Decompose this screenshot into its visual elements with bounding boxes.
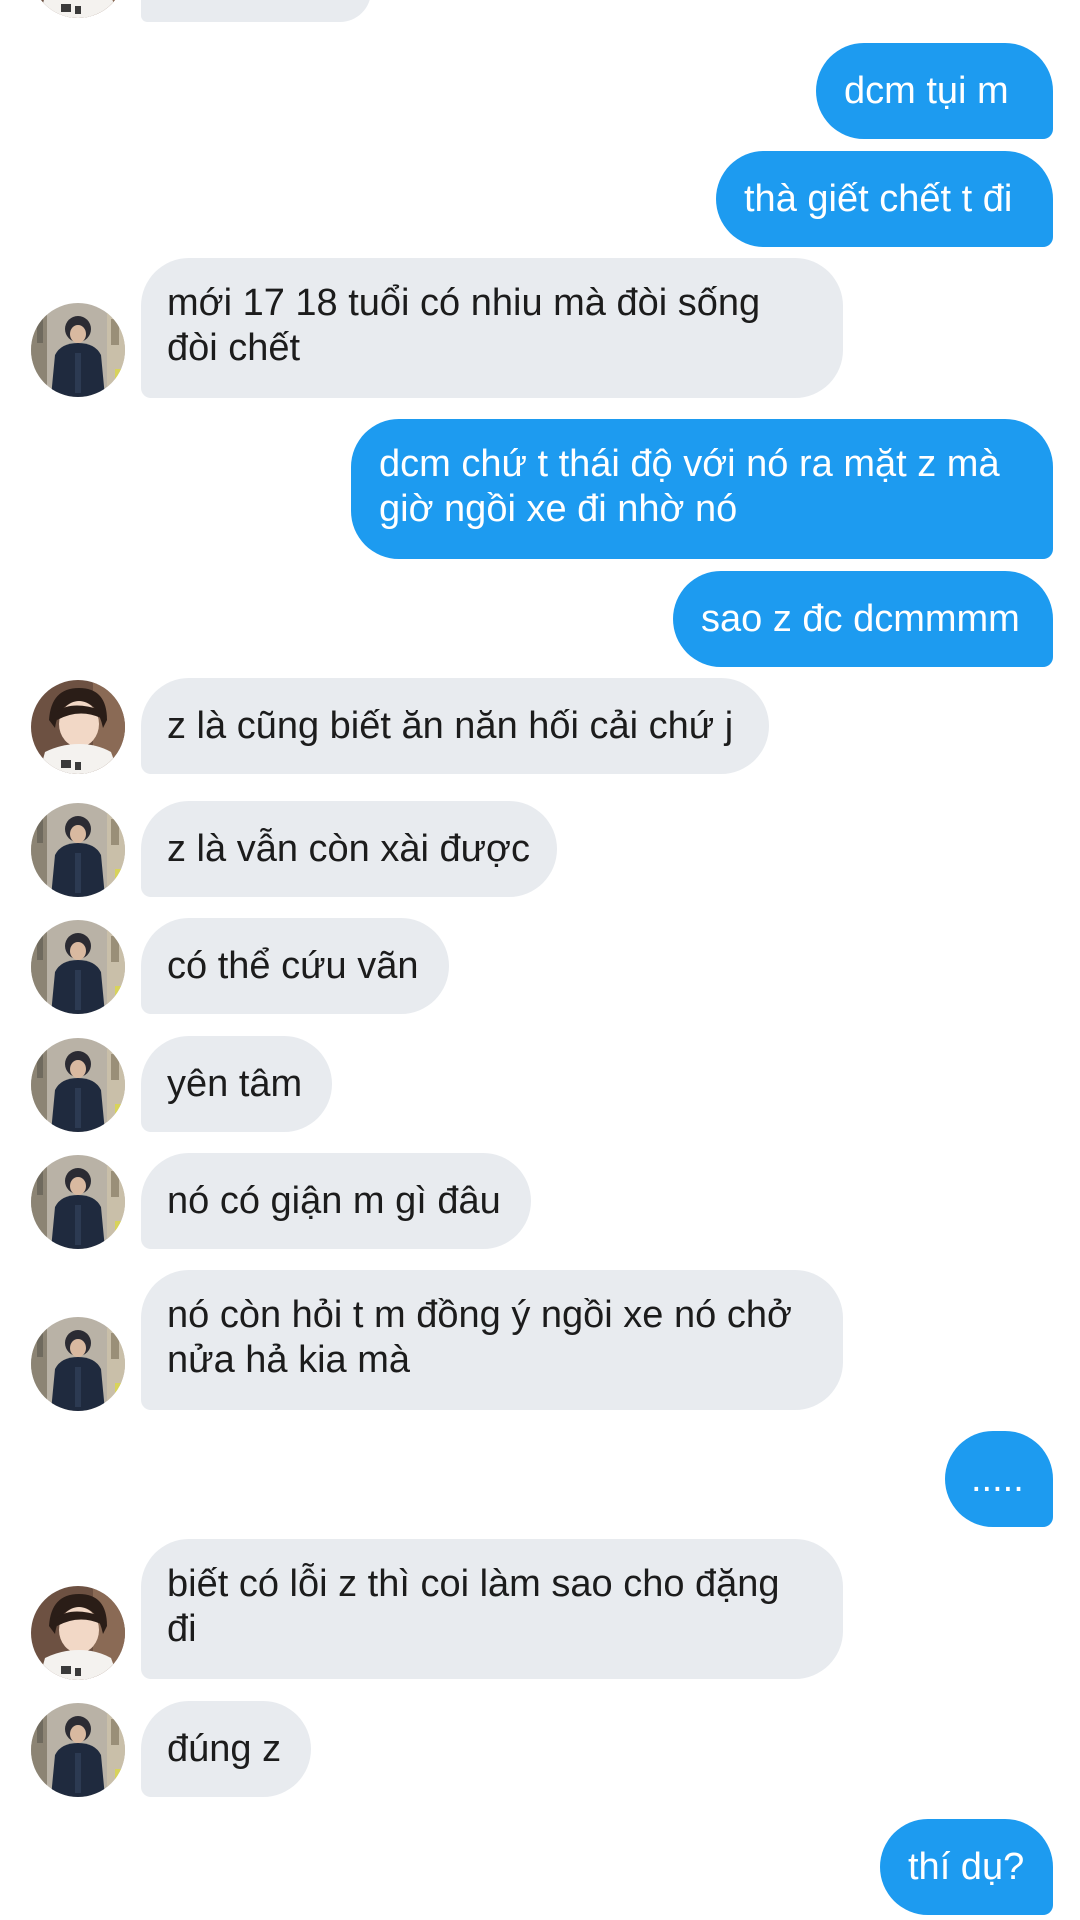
avatar[interactable] (31, 1317, 125, 1411)
message-bubble-outgoing[interactable]: thà giết chết t đi (716, 151, 1053, 247)
message-text: sao z đc dcmmmm (701, 597, 1020, 640)
message-bubble-incoming[interactable]: z là vẫn còn xài được (141, 801, 557, 897)
avatar-dark-jacket (31, 803, 125, 897)
avatar[interactable] (31, 1038, 125, 1132)
message-text: có thể cứu vãn (167, 944, 419, 987)
message-text-line: nó còn hỏi t m đồng ý ngồi xe nó chở (167, 1294, 792, 1336)
avatar-white-shirt (31, 1586, 125, 1680)
message-text-line: mới 17 18 tuổi có nhiu mà đòi sống (167, 282, 761, 324)
message-text: z là vẫn còn xài được (167, 827, 530, 870)
message-bubble-incoming[interactable]: nó còn hỏi t m đồng ý ngồi xe nó chở nửa… (141, 1270, 843, 1410)
message-bubble-incoming-cropped[interactable] (141, 0, 371, 22)
message-text: thí dụ? (908, 1845, 1025, 1888)
message-bubble-incoming[interactable]: nó có giận m gì đâu (141, 1153, 531, 1249)
avatar[interactable] (31, 680, 125, 774)
message-bubble-incoming[interactable]: mới 17 18 tuổi có nhiu mà đòi sống đòi c… (141, 258, 843, 398)
message-text: yên tâm (167, 1062, 303, 1105)
message-text: z là cũng biết ăn năn hối cải chứ j (167, 704, 734, 747)
avatar[interactable] (31, 1155, 125, 1249)
message-text: đúng z (167, 1727, 282, 1770)
avatar-white-shirt (31, 680, 125, 774)
message-bubble-outgoing[interactable]: dcm tụi m (816, 43, 1053, 139)
message-bubble-outgoing[interactable]: ..... (945, 1431, 1053, 1527)
avatar-dark-jacket (31, 1703, 125, 1797)
message-bubble-incoming[interactable]: có thể cứu vãn (141, 918, 449, 1014)
avatar[interactable] (31, 803, 125, 897)
message-text: nó có giận m gì đâu (167, 1179, 501, 1222)
message-bubble-incoming[interactable]: yên tâm (141, 1036, 332, 1132)
avatar-dark-jacket (31, 303, 125, 397)
avatar-dark-jacket (31, 1317, 125, 1411)
message-bubble-outgoing[interactable]: sao z đc dcmmmm (673, 571, 1053, 667)
avatar-dark-jacket (31, 1155, 125, 1249)
avatar[interactable] (31, 1586, 125, 1680)
message-bubble-outgoing[interactable]: dcm chứ t thái độ với nó ra mặt z mà giờ… (351, 419, 1053, 559)
message-text: dcm tụi m (844, 69, 1009, 112)
avatar[interactable] (31, 303, 125, 397)
message-text: ..... (971, 1457, 1024, 1500)
message-text-line: đòi chết (167, 327, 301, 369)
message-text-line: nửa hả kia mà (167, 1339, 411, 1381)
message-text-line: biết có lỗi z thì coi làm sao cho đặng (167, 1563, 780, 1605)
chat-thread: dcm tụi m thà giết chết t đi mới 17 18 t… (0, 0, 1080, 1920)
avatar-white-shirt (31, 0, 125, 18)
avatar[interactable] (31, 1703, 125, 1797)
message-bubble-outgoing[interactable]: thí dụ? (880, 1819, 1053, 1915)
message-text: thà giết chết t đi (744, 177, 1013, 220)
message-text-line: giờ ngồi xe đi nhờ nó (379, 488, 738, 530)
message-bubble-incoming[interactable]: z là cũng biết ăn năn hối cải chứ j (141, 678, 769, 774)
message-bubble-incoming[interactable]: biết có lỗi z thì coi làm sao cho đặng đ… (141, 1539, 843, 1679)
message-bubble-incoming[interactable]: đúng z (141, 1701, 311, 1797)
message-text-line: dcm chứ t thái độ với nó ra mặt z mà (379, 443, 1000, 485)
avatar[interactable] (31, 920, 125, 1014)
avatar-dark-jacket (31, 1038, 125, 1132)
message-text-line: đi (167, 1608, 197, 1650)
avatar-dark-jacket (31, 920, 125, 1014)
avatar[interactable] (31, 0, 125, 18)
